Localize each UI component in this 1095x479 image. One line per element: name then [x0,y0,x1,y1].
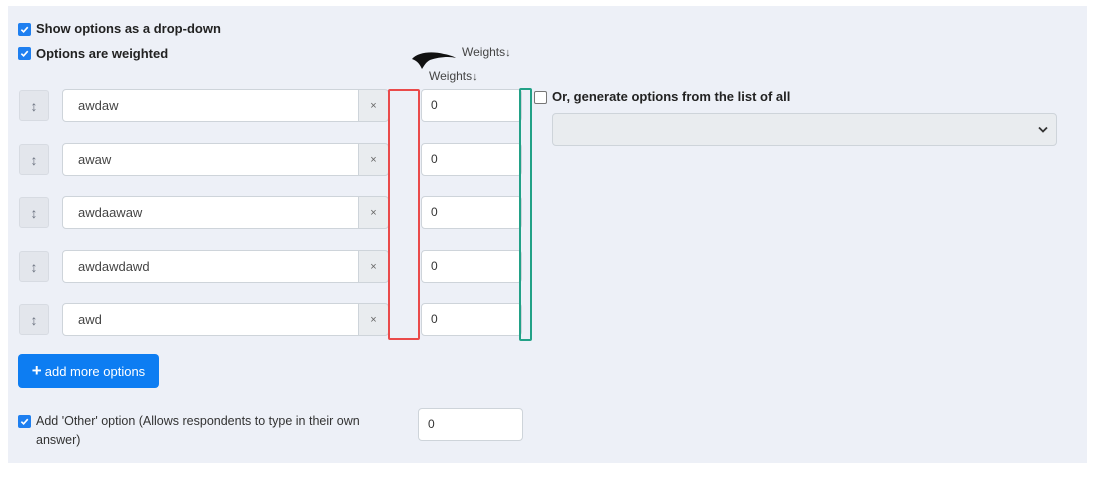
highlight-box-green [519,88,532,341]
check-icon [20,50,29,58]
other-option-label: Add 'Other' option (Allows respondents t… [36,412,360,450]
drag-handle-icon[interactable]: ↕ [19,90,49,121]
options-panel [8,6,1087,463]
remove-option-button[interactable]: × [358,196,389,229]
highlight-box-red [388,89,420,340]
add-more-options-button[interactable]: + add more options [18,354,159,388]
option-weight-input[interactable]: 0 [421,303,522,336]
generate-options-checkbox[interactable] [534,91,547,104]
weighted-label: Options are weighted [36,46,169,61]
check-icon [20,26,29,34]
other-option-checkbox[interactable] [18,415,31,428]
pen-stroke-icon [412,52,456,69]
option-text-input[interactable]: awaw [62,143,359,176]
other-option-label-line1: Add 'Other' option (Allows respondents t… [36,414,360,428]
option-text-input[interactable]: awdawdawd [62,250,359,283]
option-weight-input[interactable]: 0 [421,143,522,176]
option-text-input[interactable]: awdaw [62,89,359,122]
check-icon [20,418,29,426]
drag-handle-icon[interactable]: ↕ [19,144,49,175]
plus-icon: + [31,361,42,380]
option-weight-input[interactable]: 0 [421,250,522,283]
option-weight-input[interactable]: 0 [421,196,522,229]
options-list-select[interactable] [552,113,1057,146]
weights-annotation: Weights↓ [462,45,511,59]
weighted-checkbox[interactable] [18,47,31,60]
generate-options-label: Or, generate options from the list of al… [552,89,791,104]
other-option-weight-input[interactable]: 0 [418,408,523,441]
drag-handle-icon[interactable]: ↕ [19,197,49,228]
remove-option-button[interactable]: × [358,303,389,336]
drag-handle-icon[interactable]: ↕ [19,304,49,335]
add-more-options-label: add more options [44,363,146,379]
remove-option-button[interactable]: × [358,143,389,176]
chevron-down-icon [1038,126,1048,133]
show-dropdown-checkbox[interactable] [18,23,31,36]
drag-handle-icon[interactable]: ↕ [19,251,49,282]
remove-option-button[interactable]: × [358,250,389,283]
other-option-label-line2: answer) [36,433,81,447]
remove-option-button[interactable]: × [358,89,389,122]
option-text-input[interactable]: awd [62,303,359,336]
option-text-input[interactable]: awdaawaw [62,196,359,229]
show-dropdown-label: Show options as a drop-down [36,21,221,36]
weights-column-header[interactable]: Weights↓ [429,69,478,83]
option-weight-input[interactable]: 0 [421,89,522,122]
